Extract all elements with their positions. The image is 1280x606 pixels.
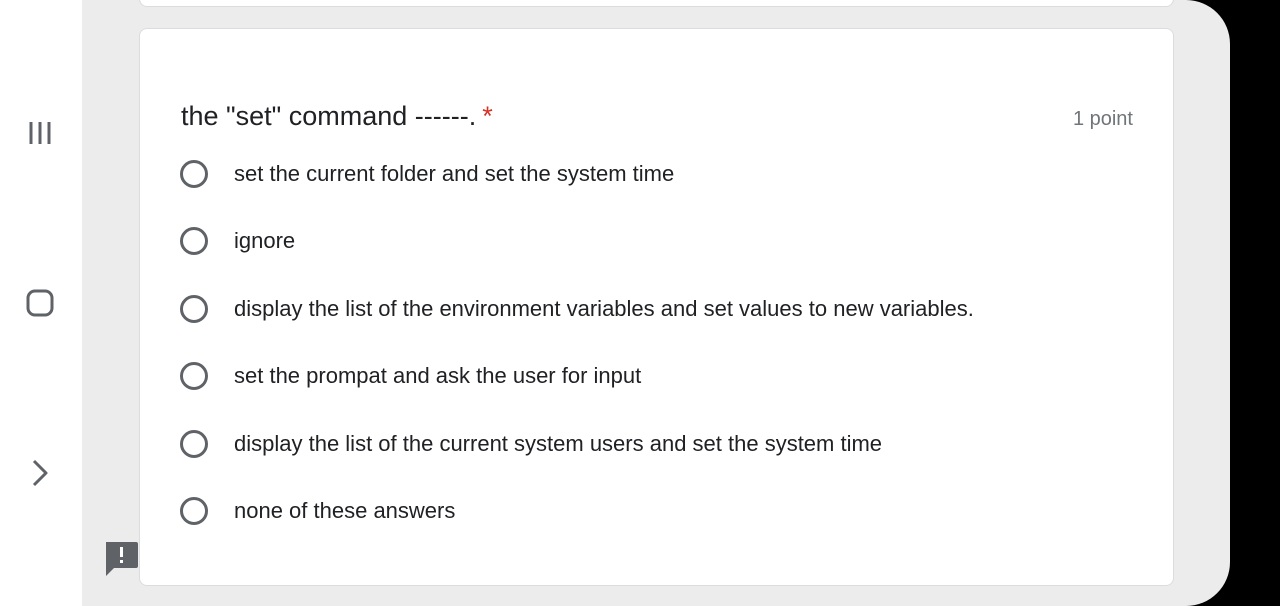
option-label: set the current folder and set the syste… bbox=[234, 161, 675, 186]
radio-button[interactable] bbox=[180, 160, 208, 188]
radio-button[interactable] bbox=[180, 295, 208, 323]
option-5[interactable]: display the list of the current system u… bbox=[180, 424, 882, 464]
home-icon bbox=[26, 289, 54, 317]
form-screen: the "set" command ------. * 1 point set t… bbox=[82, 0, 1230, 606]
option-label: display the list of the environment vari… bbox=[234, 296, 974, 321]
radio-button[interactable] bbox=[180, 362, 208, 390]
question-card: the "set" command ------. * 1 point set t… bbox=[139, 28, 1174, 586]
required-asterisk: * bbox=[482, 101, 493, 131]
radio-button[interactable] bbox=[180, 497, 208, 525]
option-label: none of these answers bbox=[234, 498, 456, 523]
report-problem-button[interactable] bbox=[103, 540, 139, 578]
option-6[interactable]: none of these answers bbox=[180, 491, 455, 531]
home-button[interactable] bbox=[18, 281, 62, 325]
option-label: display the list of the current system u… bbox=[234, 431, 883, 456]
option-label: ignore bbox=[234, 228, 296, 253]
report-problem-icon bbox=[106, 542, 138, 576]
recents-button[interactable] bbox=[18, 111, 62, 155]
points-label: 1 point bbox=[1072, 108, 1133, 130]
recents-icon bbox=[29, 122, 51, 144]
option-2[interactable]: ignore bbox=[180, 221, 295, 261]
back-button[interactable] bbox=[18, 451, 62, 495]
question-title: the "set" command ------. * bbox=[181, 101, 493, 132]
android-navigation-bar bbox=[0, 0, 82, 606]
back-chevron-icon bbox=[32, 459, 48, 487]
previous-question-card bbox=[139, 0, 1174, 7]
radio-button[interactable] bbox=[180, 430, 208, 458]
radio-button[interactable] bbox=[180, 227, 208, 255]
option-4[interactable]: set the prompat and ask the user for inp… bbox=[180, 356, 641, 396]
question-text: the "set" command ------. bbox=[181, 101, 477, 131]
option-1[interactable]: set the current folder and set the syste… bbox=[180, 154, 674, 194]
option-label: set the prompat and ask the user for inp… bbox=[234, 363, 642, 388]
option-3[interactable]: display the list of the environment vari… bbox=[180, 289, 974, 329]
